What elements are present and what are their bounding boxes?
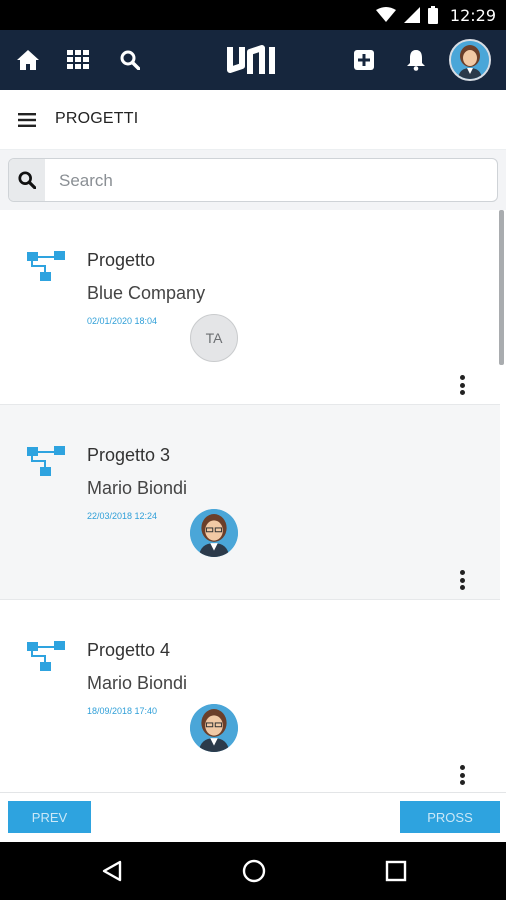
home-button[interactable] (8, 30, 48, 90)
home-circle-icon (242, 859, 266, 883)
apps-grid-icon (67, 50, 89, 69)
project-tree-icon (27, 446, 65, 476)
project-company: Mario Biondi (87, 478, 188, 498)
uni-logo (222, 42, 282, 78)
project-card[interactable]: Progetto 4 Mario Biondi 18/09/2018 17:40 (0, 600, 500, 795)
recents-button[interactable] (381, 856, 411, 886)
app-bar (0, 30, 506, 90)
add-box-icon (354, 50, 374, 70)
signal-icon (403, 7, 420, 23)
add-button[interactable] (344, 30, 384, 90)
more-options-icon[interactable] (452, 763, 472, 787)
project-list: Progetto Blue Company 02/01/2020 18:04 T… (0, 210, 506, 800)
user-avatar-icon (190, 509, 238, 557)
search-bar (0, 150, 506, 210)
search-box (8, 158, 498, 202)
wifi-icon (375, 7, 396, 23)
search-icon (120, 50, 140, 70)
menu-button[interactable] (12, 105, 42, 135)
project-tree-icon (27, 641, 65, 671)
page-header: PROGETTI (0, 90, 506, 150)
status-time: 12:29 (449, 5, 496, 25)
project-name: Progetto 3 (87, 445, 171, 465)
user-avatar-icon (451, 41, 489, 79)
member-avatar[interactable] (190, 509, 238, 557)
search-field-icon (9, 159, 45, 201)
project-card[interactable]: Progetto 3 Mario Biondi 22/03/2018 12:24 (0, 405, 500, 600)
hamburger-menu-icon (18, 113, 36, 127)
back-triangle-icon (102, 860, 122, 882)
pager: PREV PROSS (0, 792, 506, 842)
user-avatar-button[interactable] (449, 39, 491, 81)
project-date: 22/03/2018 12:24 (87, 511, 158, 521)
project-tree-icon (27, 251, 65, 281)
apps-button[interactable] (58, 30, 98, 90)
member-avatar[interactable] (190, 704, 238, 752)
list-scrollbar[interactable] (499, 210, 504, 365)
project-card[interactable]: Progetto Blue Company 02/01/2020 18:04 T… (0, 210, 500, 405)
project-company: Mario Biondi (87, 673, 188, 693)
prev-page-button[interactable]: PREV (8, 801, 91, 833)
bell-icon (407, 50, 425, 71)
recents-square-icon (385, 860, 407, 882)
home-nav-button[interactable] (239, 856, 269, 886)
more-options-icon[interactable] (452, 568, 472, 592)
notifications-button[interactable] (396, 30, 436, 90)
project-company: Blue Company (87, 283, 206, 303)
page-title: PROGETTI (55, 110, 139, 127)
search-input[interactable] (59, 169, 479, 193)
back-button[interactable] (97, 856, 127, 886)
project-date: 02/01/2020 18:04 (87, 316, 158, 326)
member-avatar[interactable]: TA (190, 314, 238, 362)
system-nav-bar (0, 842, 506, 900)
project-name: Progetto 4 (87, 640, 171, 660)
next-page-button[interactable]: PROSS (400, 801, 500, 833)
search-button[interactable] (110, 30, 150, 90)
screen: 12:29 PROGETTI Search Progetto Blue Comp… (0, 0, 506, 900)
home-icon (17, 50, 39, 70)
more-options-icon[interactable] (452, 373, 472, 397)
status-bar: 12:29 (0, 0, 506, 30)
project-date: 18/09/2018 17:40 (87, 706, 158, 716)
battery-icon (427, 6, 438, 24)
project-name: Progetto (87, 250, 156, 270)
user-avatar-icon (190, 704, 238, 752)
